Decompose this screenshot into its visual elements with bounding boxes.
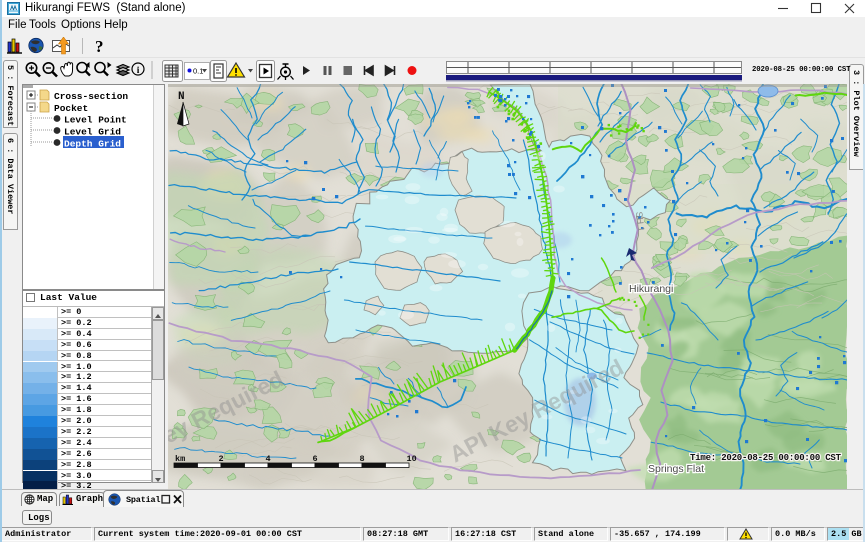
svg-text:Springs Flat: Springs Flat <box>648 463 704 475</box>
svg-text:6 : Data Viewer: 6 : Data Viewer <box>5 138 15 215</box>
svg-text:Hikurangi: Hikurangi <box>629 283 673 295</box>
svg-text:?: ? <box>95 37 104 55</box>
svg-text:3 : Plot Overview: 3 : Plot Overview <box>851 70 861 158</box>
svg-text:Level Point: Level Point <box>64 115 127 126</box>
svg-text:Level Grid: Level Grid <box>64 127 121 138</box>
svg-text:Cross-section: Cross-section <box>54 91 128 102</box>
svg-text:km: km <box>175 454 185 464</box>
svg-text:Pocket: Pocket <box>54 103 88 114</box>
svg-text:0.1: 0.1 <box>193 67 203 76</box>
svg-text:4: 4 <box>266 454 271 464</box>
svg-text:8: 8 <box>360 454 365 464</box>
svg-text:10: 10 <box>407 454 417 464</box>
svg-text:N: N <box>178 91 185 103</box>
svg-text:Depth Grid: Depth Grid <box>64 139 121 150</box>
svg-text:6: 6 <box>313 454 318 464</box>
svg-text:2: 2 <box>219 454 224 464</box>
svg-text:i: i <box>137 66 140 76</box>
svg-text:Time: 2020-08-25 00:00:00 CST: Time: 2020-08-25 00:00:00 CST <box>690 453 842 463</box>
svg-text:5 : Forecast: 5 : Forecast <box>5 65 15 126</box>
